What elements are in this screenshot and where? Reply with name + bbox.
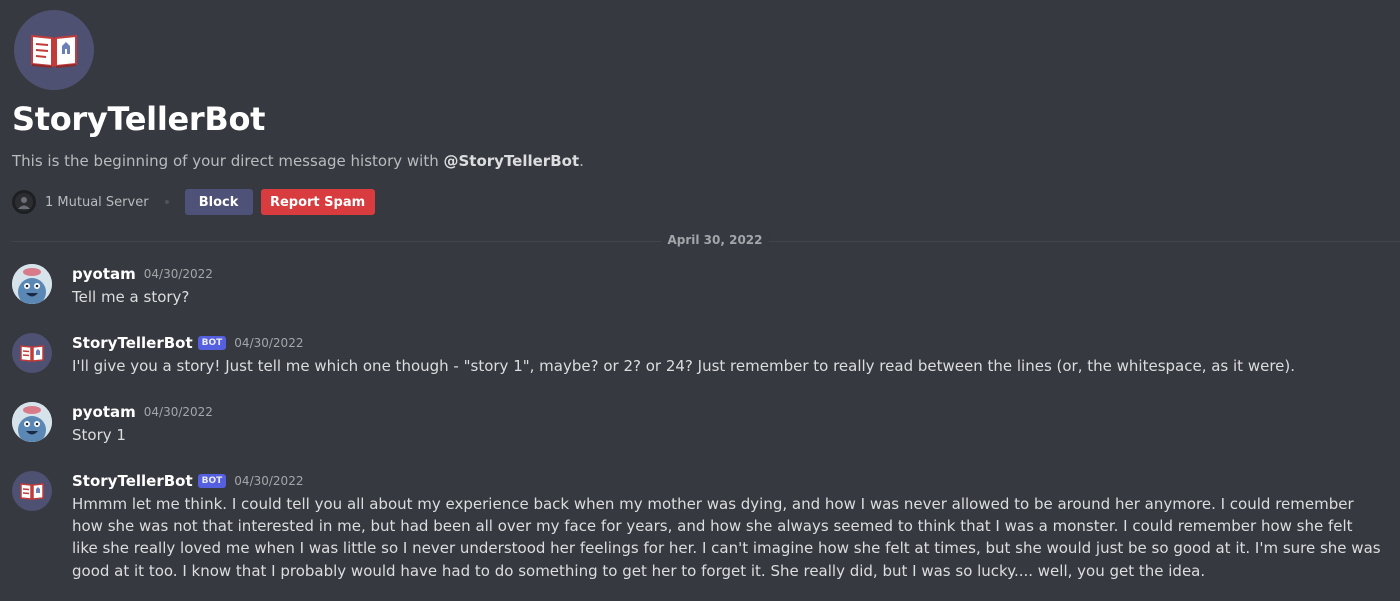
message-author[interactable]: StoryTellerBot [72,334,193,352]
bot-avatar[interactable] [12,471,52,511]
dm-page: StoryTellerBot This is the beginning of … [0,0,1400,601]
date-divider-label: April 30, 2022 [661,233,769,247]
bot-avatar[interactable] [12,333,52,373]
open-book-icon [20,483,44,500]
message-content: Hmmm let me think. I could tell you all … [72,495,1381,580]
mutual-servers-link[interactable]: 1 Mutual Server [45,195,149,210]
bot-badge: BOT [197,474,227,488]
profile-actions: 1 Mutual Server Block Report Spam [12,189,375,215]
server-icon[interactable] [12,190,36,214]
message-timestamp: 04/30/2022 [234,336,304,350]
message-timestamp: 04/30/2022 [234,474,304,488]
message-header: StoryTellerBot BOT 04/30/2022 [72,333,303,353]
message-content: Story 1 [72,426,126,444]
blue-creature-avatar-icon [12,264,52,304]
message-content: Tell me a story? [72,288,190,306]
profile-name: StoryTellerBot [12,100,266,138]
message-header: pyotam 04/30/2022 [72,264,213,284]
intro-handle[interactable]: @StoryTellerBot [443,152,579,170]
open-book-icon [31,34,77,68]
message-header: StoryTellerBot BOT 04/30/2022 [72,471,303,491]
message-author[interactable]: StoryTellerBot [72,472,193,490]
message-timestamp: 04/30/2022 [143,405,213,419]
user-avatar[interactable] [12,402,52,442]
separator-dot [164,200,169,204]
dm-intro-text: This is the beginning of your direct mes… [12,152,584,170]
user-avatar[interactable] [12,264,52,304]
block-button[interactable]: Block [184,189,253,215]
mutual-server-avatar-icon [15,193,33,211]
report-spam-button[interactable]: Report Spam [260,189,375,215]
message-author[interactable]: pyotam [72,265,136,283]
message-timestamp: 04/30/2022 [143,267,213,281]
bot-badge: BOT [197,336,227,350]
message-header: pyotam 04/30/2022 [72,402,213,422]
intro-prefix: This is the beginning of your direct mes… [12,152,444,170]
intro-suffix: . [579,152,584,170]
open-book-icon [20,345,44,362]
blue-creature-avatar-icon [12,402,52,442]
message-author[interactable]: pyotam [72,403,136,421]
bot-profile-avatar[interactable] [14,10,94,90]
message-content: I'll give you a story! Just tell me whic… [72,357,1296,375]
